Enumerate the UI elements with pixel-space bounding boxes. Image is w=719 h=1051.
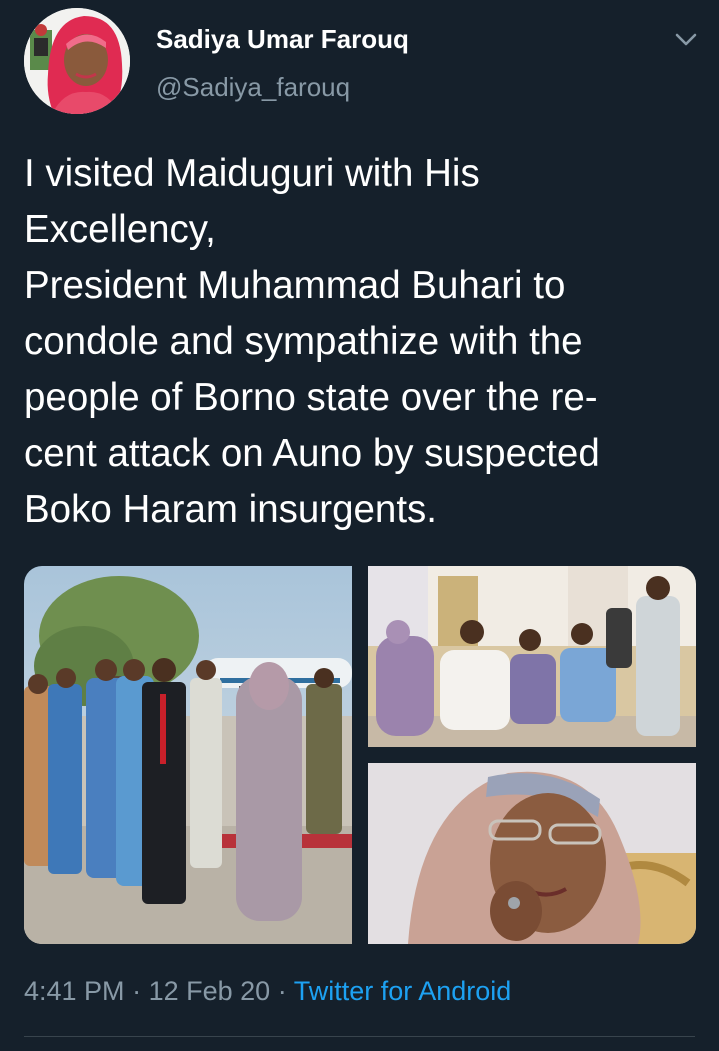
tweet-date[interactable]: 12 Feb 20 xyxy=(149,976,271,1006)
tweet-header: Sadiya Umar Farouq @Sadiya_farouq xyxy=(0,0,719,130)
tweet-text-line: condole and sympathize with the xyxy=(24,320,583,363)
tweet-text-line: I visited Maiduguri with His xyxy=(24,152,480,195)
tweet-text-line: people of Borno state over the re- xyxy=(24,376,598,419)
meta-separator: · xyxy=(132,976,142,1006)
tweet-text-line: President Muhammad Buhari to xyxy=(24,264,566,307)
display-name[interactable]: Sadiya Umar Farouq xyxy=(156,24,409,55)
tweet-source-link[interactable]: Twitter for Android xyxy=(294,976,512,1006)
media-grid xyxy=(24,566,696,944)
chevron-down-icon[interactable] xyxy=(671,24,701,54)
tweet-time[interactable]: 4:41 PM xyxy=(24,976,125,1006)
divider xyxy=(24,1036,695,1037)
coat-of-arms-icon xyxy=(30,24,52,70)
tweet-text: I visited Maiduguri with His Excellency,… xyxy=(24,146,704,538)
tweet-text-line: cent attack on Auno by suspected xyxy=(24,432,600,475)
tweet-text-line: Excellency, xyxy=(24,208,216,251)
tweet-text-line: Boko Haram insurgents. xyxy=(24,488,437,531)
tweet-metadata: 4:41 PM · 12 Feb 20 · Twitter for Androi… xyxy=(24,976,511,1007)
photo-meeting[interactable] xyxy=(368,566,696,747)
avatar[interactable] xyxy=(24,8,130,114)
photo-airport[interactable] xyxy=(24,566,352,944)
meta-separator: · xyxy=(277,976,287,1006)
user-handle[interactable]: @Sadiya_farouq xyxy=(156,72,350,103)
avatar-photo xyxy=(24,8,130,114)
photo-closeup[interactable] xyxy=(368,763,696,944)
